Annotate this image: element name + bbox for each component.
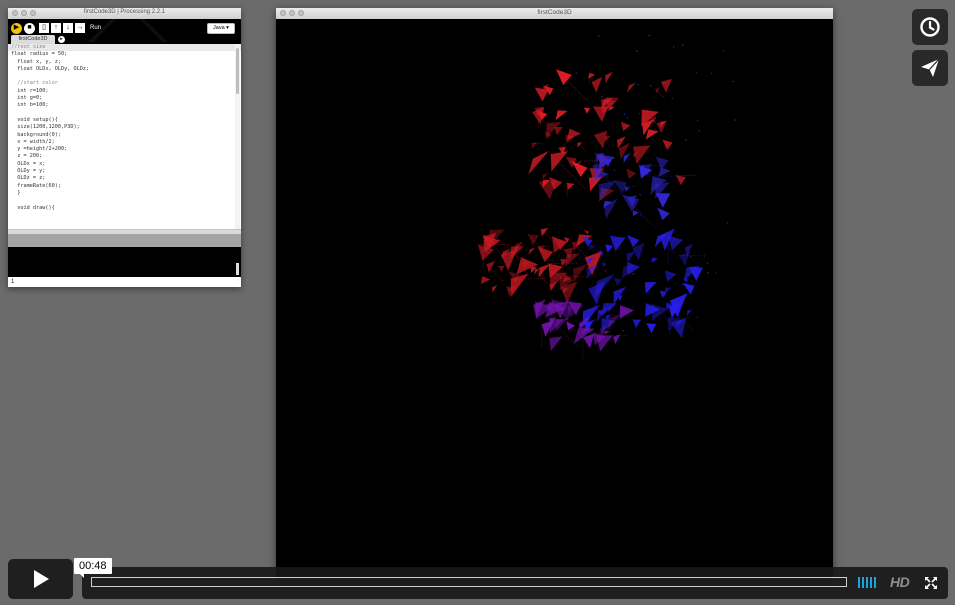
sketch-canvas: [276, 19, 833, 578]
player-control-bar: HD: [82, 567, 948, 599]
code-line: x = width/2;: [11, 138, 55, 145]
progress-bar[interactable]: [91, 577, 847, 587]
code-line: //root size: [8, 44, 241, 52]
current-time-label: 00:48: [74, 558, 112, 578]
code-line: }: [11, 189, 21, 196]
code-line: float OLDx, OLDy, OLDz;: [11, 65, 90, 72]
paper-plane-icon: [921, 58, 940, 77]
open-sketch-button[interactable]: ↑: [51, 23, 61, 33]
sketch-window: firstCode3D: [276, 8, 833, 578]
code-line: background(0);: [11, 131, 61, 138]
right-arrow-icon: →: [76, 24, 84, 31]
watch-later-button[interactable]: [912, 9, 948, 45]
play-button[interactable]: [8, 559, 73, 599]
processing-ide-window: firstCode3D | Processing 2.2.1 ▶ ■ ▯ ↑ ↓…: [8, 8, 241, 287]
code-line: float radius = 50;: [11, 51, 68, 58]
tab-firstcode3d[interactable]: firstCode3D: [11, 35, 55, 44]
code-line: //start color: [11, 80, 58, 87]
toolbar-action-label: Run: [90, 25, 102, 31]
line-number-status: 1: [8, 277, 241, 287]
tab-menu-arrow-icon[interactable]: ▸: [58, 36, 65, 43]
code-line: y =height/2+200;: [11, 146, 68, 153]
code-line: OLDy = y;: [11, 168, 46, 175]
clock-icon: [920, 17, 940, 37]
console-area: [8, 247, 241, 277]
up-arrow-icon: ↑: [54, 24, 58, 31]
message-area: [8, 234, 241, 247]
new-file-icon: ▯: [42, 24, 46, 31]
code-line: size(1200,1200,P3D);: [11, 124, 80, 131]
stop-icon: ■: [27, 24, 32, 31]
code-line: frameRate(60);: [11, 182, 61, 189]
code-line: z = 200;: [11, 153, 43, 160]
code-line: void draw(){: [11, 204, 55, 211]
fullscreen-icon: [925, 577, 937, 589]
new-sketch-button[interactable]: ▯: [39, 23, 49, 33]
code-line: OLDx = x;: [11, 160, 46, 167]
hd-toggle[interactable]: HD: [890, 574, 910, 590]
code-line: int g=0;: [11, 95, 43, 102]
volume-bars-icon[interactable]: [858, 577, 876, 588]
play-icon: [33, 570, 49, 588]
export-button[interactable]: →: [75, 23, 85, 33]
code-line: OLDz = z;: [11, 175, 46, 182]
code-line: void setup(){: [11, 116, 58, 123]
save-sketch-button[interactable]: ↓: [63, 23, 73, 33]
play-icon: ▶: [13, 24, 20, 31]
sketch-window-title: firstCode3D: [537, 9, 572, 16]
down-arrow-icon: ↓: [66, 24, 70, 31]
sketch-tab-row: firstCode3D ▸: [8, 33, 241, 44]
generative-3d-artwork: [478, 34, 736, 360]
console-scrollbar[interactable]: [236, 263, 239, 275]
ide-window-title: firstCode3D | Processing 2.2.1: [83, 9, 166, 15]
share-button[interactable]: [912, 50, 948, 86]
code-line: float x, y, z;: [11, 58, 61, 65]
editor-scroll-thumb[interactable]: [236, 48, 239, 94]
code-editor[interactable]: //root size float radius = 50; float x, y…: [8, 44, 241, 229]
code-line: int b=100;: [11, 102, 49, 109]
fullscreen-button[interactable]: [924, 576, 938, 595]
code-line: int r=100;: [11, 87, 49, 94]
